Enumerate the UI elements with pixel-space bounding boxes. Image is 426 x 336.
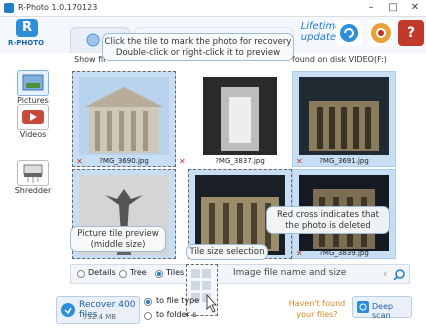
nav-videos[interactable]: Videos <box>12 104 54 139</box>
callout-red-cross: Red cross indicates that the photo is de… <box>266 206 390 234</box>
chevron-left-icon[interactable]: ‹ <box>383 267 387 280</box>
view-options-bar: Details Tree Tiles Image file name and s… <box>70 264 410 284</box>
recover-button[interactable]: Recover 400 files 732.4 MB <box>56 296 140 324</box>
callout-click-tile: Click the tile to mark the photo for rec… <box>102 33 294 61</box>
pictures-icon <box>17 70 49 96</box>
close-button[interactable]: ✕ <box>404 0 426 17</box>
videos-icon <box>17 104 49 130</box>
to-file-type-radio[interactable] <box>144 298 152 306</box>
tree-label: Tree <box>130 268 147 277</box>
deep-scan-label: Deep scan <box>372 302 394 320</box>
footer: Recover 400 files 732.4 MB to file type … <box>0 288 426 336</box>
to-folder-label: to folder s <box>156 310 197 319</box>
tiles-radio[interactable] <box>155 270 163 278</box>
callout-tile-preview: Picture tile preview (middle size) <box>70 226 166 252</box>
deep-scan-icon <box>357 301 369 313</box>
gear-icon <box>371 23 391 43</box>
filename-size-hint: Image file name and size <box>233 268 347 278</box>
details-label: Details <box>88 268 116 277</box>
tiles-label: Tiles <box>166 268 185 277</box>
refresh-button[interactable] <box>336 20 362 46</box>
photo-tile[interactable]: ✕ ?MG_3837.jpg <box>179 71 292 167</box>
tree-radio[interactable] <box>119 270 127 278</box>
recover-icon <box>61 303 75 317</box>
photo-thumbnail <box>79 77 169 155</box>
deleted-cross-icon: ✕ <box>179 157 186 166</box>
photo-tile[interactable]: ✕ ?MG_3691.jpg <box>292 71 396 167</box>
recover-size: 732.4 MB <box>83 313 117 321</box>
community-button[interactable] <box>368 20 394 46</box>
details-radio[interactable] <box>77 270 85 278</box>
havent-found-label: Haven't found your files? <box>288 299 346 319</box>
minimize-button[interactable]: – <box>360 0 382 17</box>
maximize-button[interactable]: □ <box>382 0 404 17</box>
window-title: R-Photo 1.0.170123 <box>18 3 98 12</box>
found-on-disk-label: found on disk VIDEO(F:) <box>292 55 387 64</box>
title-bar: R-Photo 1.0.170123 – □ ✕ <box>0 0 426 17</box>
show-files-label: Show fil <box>74 55 106 64</box>
to-file-type-label: to file type <box>156 296 200 305</box>
logo-text: R-PHOTO <box>8 39 44 47</box>
nav-pictures[interactable]: Pictures <box>12 70 54 105</box>
nav-videos-label: Videos <box>19 130 47 139</box>
app-icon <box>4 3 14 13</box>
photo-filename: ?MG_3839.jpg <box>319 249 369 257</box>
search-icon[interactable] <box>393 268 407 282</box>
refresh-icon <box>340 24 358 42</box>
photo-filename: ?MG_3837.jpg <box>215 157 265 165</box>
callout-tile-size: Tile size selection <box>186 244 268 260</box>
deep-scan-button[interactable]: Deep scan <box>352 296 412 320</box>
photo-thumbnail <box>299 77 389 155</box>
help-button[interactable]: ? <box>398 20 424 46</box>
nav-shredder-label: Shredder <box>14 186 52 195</box>
logo-mark: R <box>16 19 38 37</box>
app-logo: R R-PHOTO <box>8 19 48 51</box>
photo-tile[interactable]: ✕ ?MG_3690.jpg <box>72 71 176 167</box>
photo-filename: ?MG_3690.jpg <box>99 157 149 165</box>
to-folder-radio[interactable] <box>144 312 152 320</box>
shredder-icon <box>17 160 49 186</box>
nav-shredder[interactable]: Shredder <box>12 160 54 195</box>
photo-thumbnail <box>203 77 277 155</box>
photo-filename: ?MG_3691.jpg <box>319 157 369 165</box>
